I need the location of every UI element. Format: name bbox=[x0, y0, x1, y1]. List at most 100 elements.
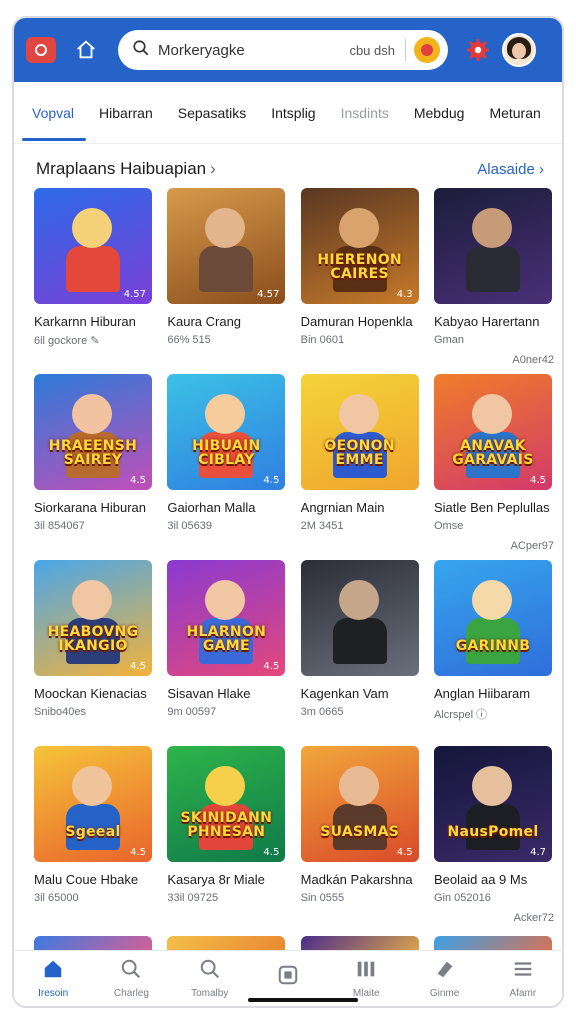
app-meta: 9m 00597 bbox=[167, 706, 217, 718]
app-meta: 33il 09725 bbox=[167, 892, 219, 904]
app-title[interactable]: Kabyao Harertann bbox=[434, 314, 554, 329]
tab-1[interactable]: Hibarran bbox=[99, 99, 153, 127]
app-card[interactable]: HIERENON CAIRES 4.3 Damuran Hopenkla Bin 06… bbox=[300, 188, 421, 374]
app-thumbnail[interactable]: NausPomel 4.7 bbox=[433, 746, 552, 862]
app-title[interactable]: Siorkarana Hiburan bbox=[34, 500, 154, 515]
app-row: Sgeeal 4.5 Malu Coue Hbake 3il 65000 SKINIDA… bbox=[34, 746, 554, 932]
category-tabs: Vopval Hibarran Sepasatiks Intsplig Insdints… bbox=[14, 82, 562, 144]
search-bar[interactable]: Morkeryagke cbu dsh bbox=[118, 30, 448, 70]
section-header: Mraplaans Haibuapian › Alasaide › bbox=[36, 152, 544, 186]
home-icon[interactable] bbox=[72, 36, 100, 64]
thumbnail-banner-text: HIERENON CAIRES bbox=[317, 251, 402, 283]
character-art bbox=[471, 208, 512, 248]
app-thumbnail[interactable]: ANAVAK GARAVAIS 4.5 bbox=[433, 374, 552, 490]
thumbnail-banner-text: Sgeeal bbox=[65, 824, 121, 841]
app-card[interactable]: HLARNON GAME 4.5 Sisavan Hlake 9m 00597 bbox=[167, 560, 287, 746]
app-meta: Alcrspel ⓘ bbox=[433, 709, 488, 721]
character-art bbox=[205, 208, 246, 248]
user-avatar[interactable] bbox=[502, 33, 536, 67]
app-title[interactable]: Angrnian Main bbox=[301, 500, 421, 515]
search-divider bbox=[405, 39, 406, 61]
app-thumbnail[interactable]: HIERENON CAIRES 4.3 bbox=[300, 188, 419, 304]
nav-item-2[interactable]: Tomalby bbox=[174, 958, 246, 999]
app-card[interactable]: SKINIDANN PHNESAN 4.5 Kasarya 8r Miale 33il… bbox=[167, 746, 287, 932]
section-title[interactable]: Mraplaans Haibuapian › bbox=[36, 159, 216, 179]
thumbnail-banner-text: HRAEENSH SAIREY bbox=[48, 437, 138, 469]
app-meta: 3il 65000 bbox=[34, 892, 79, 904]
search-input[interactable]: Morkeryagke bbox=[158, 42, 349, 59]
nav-item-6[interactable]: Afamr bbox=[487, 958, 559, 999]
tab-3[interactable]: Intsplig bbox=[271, 99, 315, 127]
app-title[interactable]: Malu Coue Hbake bbox=[34, 872, 154, 887]
nav-item-4[interactable]: Mlaite bbox=[330, 958, 402, 999]
app-meta: 3il 05639 bbox=[167, 520, 212, 532]
gear-icon[interactable] bbox=[464, 36, 492, 64]
app-thumbnail[interactable]: HIBUAIN CIBLAY 4.5 bbox=[167, 374, 286, 490]
tab-5[interactable]: Mebdug bbox=[414, 99, 465, 127]
rating-badge: 4.5 bbox=[130, 475, 146, 486]
app-title[interactable]: Kaura Crang bbox=[167, 314, 287, 329]
app-card[interactable]: 4.57 Kaura Crang 66% 515 bbox=[167, 188, 287, 374]
app-thumbnail[interactable]: Sgeeal 4.5 bbox=[34, 746, 152, 862]
app-thumbnail[interactable]: HRAEENSH SAIREY 4.5 bbox=[34, 374, 152, 490]
app-card[interactable]: Sgeeal 4.5 Malu Coue Hbake 3il 65000 bbox=[34, 746, 154, 932]
app-title[interactable]: Beolaid aa 9 Ms bbox=[434, 872, 554, 887]
tab-4[interactable]: Insdints bbox=[341, 99, 389, 127]
app-thumbnail[interactable]: SKINIDANN PHNESAN 4.5 bbox=[167, 746, 286, 862]
app-card[interactable]: Kabyao Harertann Gman A0ner42 bbox=[433, 188, 554, 374]
app-title[interactable]: Sisavan Hlake bbox=[167, 686, 287, 701]
app-card[interactable]: HIBUAIN CIBLAY 4.5 Gaiorhan Malla 3il 05639 bbox=[167, 374, 287, 560]
app-title[interactable]: Gaiorhan Malla bbox=[167, 500, 287, 515]
app-card[interactable]: 4.57 Karkarnn Hiburan 6il gockore ✎ bbox=[34, 188, 154, 374]
app-card[interactable]: OEONON EMME Angrnian Main 2M 3451 bbox=[300, 374, 421, 560]
app-card[interactable]: HEABOVNG IKANGIO 4.5 Moockan Kienacias Snib… bbox=[34, 560, 154, 746]
app-title[interactable]: Karkarnn Hiburan bbox=[34, 314, 154, 329]
see-all-link[interactable]: Alasaide › bbox=[477, 161, 544, 178]
app-card[interactable]: SUASMAS 4.5 Madkán Pakarshna Sin 0555 bbox=[300, 746, 421, 932]
character-art bbox=[72, 580, 112, 620]
ad-label: ACper97 bbox=[510, 540, 554, 552]
app-card[interactable]: Kagenkan Vam 3m 0665 bbox=[300, 560, 421, 746]
character-art bbox=[199, 246, 254, 292]
app-thumbnail[interactable]: OEONON EMME bbox=[300, 374, 419, 490]
nav-item-5[interactable]: Ginme bbox=[409, 958, 481, 999]
app-thumbnail[interactable]: 4.57 bbox=[34, 188, 152, 304]
app-meta: 2M 3451 bbox=[300, 520, 344, 532]
mic-icon[interactable] bbox=[414, 37, 440, 63]
app-title[interactable]: Kagenkan Vam bbox=[301, 686, 421, 701]
app-meta: Sin 0555 bbox=[300, 892, 345, 904]
app-thumbnail[interactable]: HLARNON GAME 4.5 bbox=[167, 560, 286, 676]
app-title[interactable]: Anglan Hiibaram bbox=[434, 686, 554, 701]
app-title[interactable]: Siatle Ben Peplullas bbox=[434, 500, 554, 515]
app-card[interactable]: NausPomel 4.7 Beolaid aa 9 Ms Gin 052016 Ack… bbox=[433, 746, 554, 932]
app-card[interactable]: GARINNB Anglan Hiibaram Alcrspel ⓘ bbox=[433, 560, 554, 746]
app-logo-icon[interactable] bbox=[26, 37, 56, 63]
app-title[interactable]: Damuran Hopenkla bbox=[301, 314, 421, 329]
app-thumbnail[interactable]: SUASMAS 4.5 bbox=[300, 746, 419, 862]
nav-item-0[interactable]: Iresoin bbox=[17, 958, 89, 999]
thumbnail-banner-text: HIBUAIN CIBLAY bbox=[192, 437, 261, 469]
rating-badge: 4.3 bbox=[396, 289, 413, 300]
app-title[interactable]: Moockan Kienacias bbox=[34, 686, 154, 701]
tab-2[interactable]: Sepasatiks bbox=[178, 99, 246, 127]
app-thumbnail[interactable]: 4.57 bbox=[167, 188, 286, 304]
ad-label: Acker72 bbox=[513, 912, 554, 924]
app-title[interactable]: Kasarya 8r Miale bbox=[167, 872, 287, 887]
app-card[interactable]: ANAVAK GARAVAIS 4.5 Siatle Ben Peplullas Om… bbox=[433, 374, 554, 560]
app-title[interactable]: Madkán Pakarshna bbox=[301, 872, 421, 887]
rating-badge: 4.5 bbox=[130, 661, 146, 672]
character-art bbox=[471, 580, 512, 620]
app-thumbnail[interactable]: GARINNB bbox=[433, 560, 552, 676]
app-thumbnail[interactable]: HEABOVNG IKANGIO 4.5 bbox=[34, 560, 152, 676]
rating-badge: 4.5 bbox=[263, 661, 280, 672]
app-thumbnail[interactable] bbox=[300, 560, 419, 676]
nav-item-1[interactable]: Charleg bbox=[95, 958, 167, 999]
character-art bbox=[72, 766, 112, 806]
tab-0[interactable]: Vopval bbox=[21, 99, 87, 141]
home-indicator bbox=[248, 998, 358, 1002]
app-card[interactable]: HRAEENSH SAIREY 4.5 Siorkarana Hiburan 3il … bbox=[34, 374, 154, 560]
app-thumbnail[interactable] bbox=[433, 188, 552, 304]
tab-6[interactable]: Meturan bbox=[489, 99, 540, 127]
rating-badge: 4.5 bbox=[396, 847, 413, 858]
nav-item-3[interactable] bbox=[252, 964, 324, 994]
